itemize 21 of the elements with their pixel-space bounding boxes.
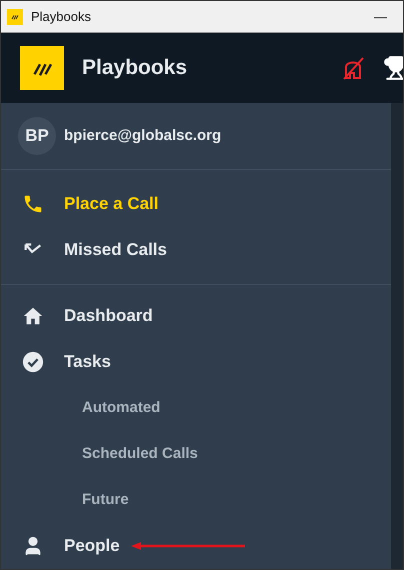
phone-icon <box>22 193 44 215</box>
home-icon <box>22 305 44 327</box>
muted-phone-icon[interactable] <box>341 55 365 81</box>
user-email: bpierce@globalsc.org <box>64 126 222 146</box>
nav-item[interactable]: Dashboard <box>1 303 153 329</box>
minimize-button[interactable]: — <box>374 6 387 26</box>
window-title: Playbooks <box>31 8 91 26</box>
nav-item[interactable]: Tasks <box>1 349 111 375</box>
nav-item[interactable]: Missed Calls <box>1 227 391 273</box>
nav-item[interactable]: Place a Call <box>1 181 391 227</box>
trophy-icon[interactable] <box>383 55 403 81</box>
header-title: Playbooks <box>82 55 188 82</box>
scrollbar[interactable] <box>391 103 403 569</box>
sub-nav-item[interactable]: Automated <box>1 385 391 431</box>
avatar-initials: BP <box>25 125 49 148</box>
sub-nav-item[interactable]: Future <box>1 477 391 523</box>
logo-icon <box>20 46 64 90</box>
app-logo-icon <box>7 8 23 24</box>
sub-nav-item[interactable]: Scheduled Calls <box>1 431 391 477</box>
check-circle-icon <box>22 351 44 373</box>
nav-item[interactable]: People <box>1 533 120 559</box>
